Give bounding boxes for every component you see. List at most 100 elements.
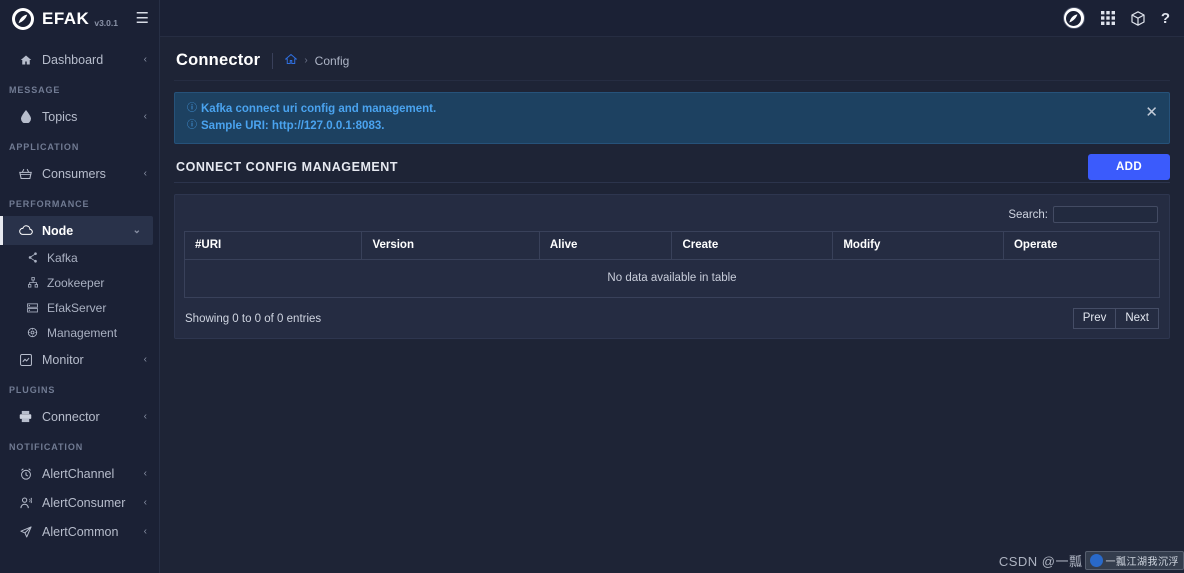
basket-icon xyxy=(18,168,33,180)
sidebar-item-alertchannel[interactable]: AlertChannel ‹ xyxy=(0,459,159,488)
user-avatar[interactable] xyxy=(1062,7,1085,29)
add-button[interactable]: ADD xyxy=(1088,153,1170,180)
sidebar: EFAK v3.0.1 ☰ Dashboard ‹ MESSAGE Topics… xyxy=(0,0,160,573)
chevron-left-icon: ‹ xyxy=(143,467,147,479)
column-header-modify[interactable]: Modify xyxy=(832,231,1004,260)
search-input[interactable] xyxy=(1053,206,1158,223)
table-header-row: #URI Version Alive Create Modify Operate xyxy=(183,231,1161,260)
page-title: Connector xyxy=(176,51,261,69)
sidebar-label: EfakServer xyxy=(47,300,107,315)
close-icon[interactable]: ✕ xyxy=(1145,105,1158,120)
brand-header: EFAK v3.0.1 ☰ xyxy=(0,0,159,37)
csdn-watermark: CSDN @一瓢 一瓢江湖我沉浮 xyxy=(999,551,1184,570)
sidebar-label: Management xyxy=(47,325,118,340)
search-control: Search: xyxy=(1008,206,1158,223)
sidebar-item-topics[interactable]: Topics ‹ xyxy=(0,102,159,131)
sidebar-label: Topics xyxy=(42,109,78,124)
chevron-left-icon: ‹ xyxy=(143,53,147,65)
info-circle-icon: ⓘ xyxy=(187,103,197,114)
sidebar-item-alertconsumer[interactable]: AlertConsumer ‹ xyxy=(0,488,159,517)
sidebar-label: Kafka xyxy=(47,250,78,265)
brand-version: v3.0.1 xyxy=(94,17,118,28)
page-header: Connector › Config xyxy=(174,37,1170,81)
sidebar-item-management[interactable]: Management xyxy=(0,320,159,345)
breadcrumb-divider xyxy=(272,52,274,69)
cloud-icon xyxy=(18,225,33,236)
home-icon[interactable] xyxy=(284,53,298,69)
search-label: Search: xyxy=(1008,208,1048,221)
sidebar-label: Node xyxy=(42,223,74,238)
table-head: #URI Version Alive Create Modify Operate xyxy=(183,231,1161,260)
chevron-left-icon: ‹ xyxy=(143,410,147,422)
sidebar-item-alertcommon[interactable]: AlertCommon ‹ xyxy=(0,517,159,546)
section-title: CONNECT CONFIG MANAGEMENT xyxy=(176,159,399,174)
sidebar-label: Monitor xyxy=(42,352,84,367)
watermark-badge: 一瓢江湖我沉浮 xyxy=(1084,551,1184,570)
watermark-logo-icon xyxy=(1089,554,1103,567)
empty-message: No data available in table xyxy=(184,259,1160,298)
chevron-left-icon: ‹ xyxy=(143,525,147,537)
next-page-button[interactable]: Next xyxy=(1116,308,1159,329)
sidebar-group-plugins: PLUGINS xyxy=(9,385,56,395)
chevron-left-icon: ‹ xyxy=(143,110,147,122)
table-empty-row: No data available in table xyxy=(184,259,1160,298)
sidebar-item-dashboard[interactable]: Dashboard ‹ xyxy=(0,45,159,74)
topbar-icon-group: ? xyxy=(1062,7,1170,29)
sidebar-group-notification: NOTIFICATION xyxy=(9,442,84,452)
sidebar-item-zookeeper[interactable]: Zookeeper xyxy=(0,270,159,295)
data-table-card: Search: #URI Version Alive Create Modify… xyxy=(174,194,1170,339)
prev-page-button[interactable]: Prev xyxy=(1072,308,1117,329)
column-header-alive[interactable]: Alive xyxy=(538,231,673,260)
sitemap-icon xyxy=(26,277,39,288)
table-footer: Showing 0 to 0 of 0 entries Prev Next xyxy=(184,308,1160,329)
cube-icon[interactable] xyxy=(1131,10,1145,26)
printer-icon xyxy=(18,410,33,423)
topbar: ? xyxy=(160,0,1184,37)
content-area: ⓘ Kafka connect uri config and managemen… xyxy=(160,81,1184,339)
brand-name: EFAK xyxy=(42,8,90,28)
column-header-create[interactable]: Create xyxy=(671,231,834,260)
sidebar-label: Consumers xyxy=(42,166,106,181)
sidebar-item-connector[interactable]: Connector ‹ xyxy=(0,402,159,431)
alert-line-2: ⓘ Sample URI: http://127.0.0.1:8083. xyxy=(187,119,1157,133)
share-nodes-icon xyxy=(26,252,39,263)
send-icon xyxy=(18,525,33,538)
sidebar-label: AlertCommon xyxy=(42,524,119,539)
sidebar-label: AlertConsumer xyxy=(42,495,126,510)
showing-entries: Showing 0 to 0 of 0 entries xyxy=(185,312,322,325)
sidebar-item-node[interactable]: Node ⌄ xyxy=(0,216,153,245)
alert-text-2: Sample URI: http://127.0.0.1:8083. xyxy=(201,120,385,132)
feather-logo-icon xyxy=(12,7,34,30)
connect-config-table: #URI Version Alive Create Modify Operate… xyxy=(183,231,1161,298)
column-header-version[interactable]: Version xyxy=(361,231,540,260)
grid-apps-icon[interactable] xyxy=(1100,11,1115,25)
sidebar-group-performance: PERFORMANCE xyxy=(9,199,90,209)
watermark-badge-text: 一瓢江湖我沉浮 xyxy=(1105,557,1179,568)
sidebar-label: Dashboard xyxy=(42,52,104,67)
section-header: CONNECT CONFIG MANAGEMENT ADD xyxy=(174,144,1170,183)
info-alert: ⓘ Kafka connect uri config and managemen… xyxy=(174,92,1170,144)
help-icon[interactable]: ? xyxy=(1161,11,1170,26)
breadcrumb: › Config xyxy=(284,53,349,69)
table-toolbar: Search: xyxy=(184,204,1160,231)
chevron-left-icon: ‹ xyxy=(143,496,147,508)
column-header-uri[interactable]: #URI xyxy=(183,231,363,260)
alarm-clock-icon xyxy=(18,467,33,480)
sidebar-item-efakserver[interactable]: EfakServer xyxy=(0,295,159,320)
sidebar-item-monitor[interactable]: Monitor ‹ xyxy=(0,345,159,374)
app-root: EFAK v3.0.1 ☰ Dashboard ‹ MESSAGE Topics… xyxy=(0,0,1184,573)
chevron-left-icon: ‹ xyxy=(143,167,147,179)
table-body: No data available in table xyxy=(184,259,1160,298)
sidebar-item-consumers[interactable]: Consumers ‹ xyxy=(0,159,159,188)
watermark-text: CSDN @一瓢 xyxy=(998,554,1083,569)
sidebar-label: Zookeeper xyxy=(47,275,105,290)
info-circle-icon: ⓘ xyxy=(187,120,197,131)
chevron-down-icon: ⌄ xyxy=(132,224,141,236)
sidebar-label: Connector xyxy=(42,409,100,424)
column-header-operate[interactable]: Operate xyxy=(1002,231,1161,260)
user-alert-icon xyxy=(18,497,33,509)
alert-line-1: ⓘ Kafka connect uri config and managemen… xyxy=(187,102,1157,116)
hamburger-menu-icon[interactable]: ☰ xyxy=(136,11,149,26)
sidebar-item-kafka[interactable]: Kafka xyxy=(0,245,159,270)
sidebar-group-message: MESSAGE xyxy=(9,85,61,95)
